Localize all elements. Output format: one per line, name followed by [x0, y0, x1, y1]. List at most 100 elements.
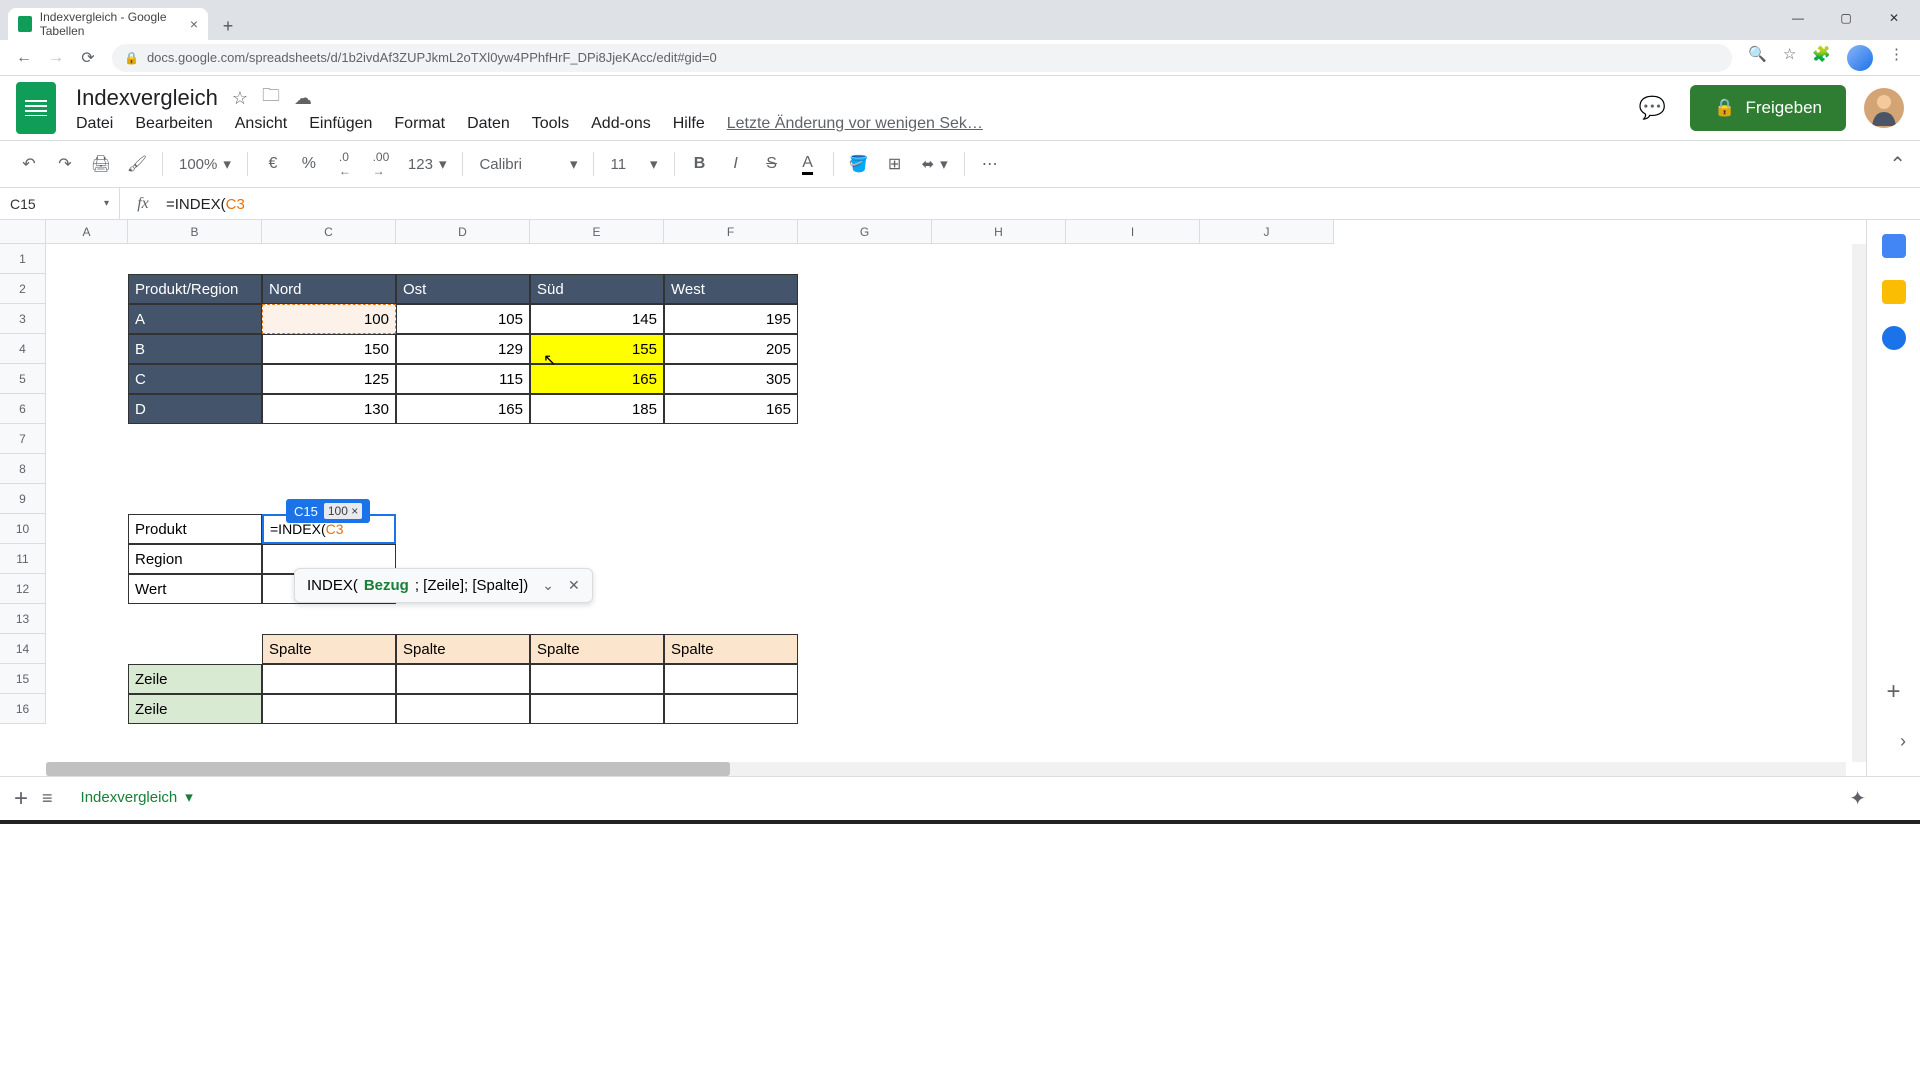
- add-sheet-button[interactable]: +: [14, 785, 28, 813]
- cell-B4[interactable]: B: [128, 334, 262, 364]
- calendar-icon[interactable]: [1882, 234, 1906, 258]
- account-avatar[interactable]: [1864, 88, 1904, 128]
- row-header-16[interactable]: 16: [0, 694, 45, 724]
- cell-B5[interactable]: C: [128, 364, 262, 394]
- cell-F2[interactable]: West: [664, 274, 798, 304]
- cell-E2[interactable]: Süd: [530, 274, 664, 304]
- font-size-select[interactable]: 11▾: [604, 155, 663, 173]
- font-select[interactable]: Calibri▾: [473, 155, 583, 173]
- cell-E6[interactable]: 185: [530, 394, 664, 424]
- redo-icon[interactable]: ↷: [50, 149, 80, 179]
- col-header-G[interactable]: G: [798, 220, 932, 243]
- cell-B6[interactable]: D: [128, 394, 262, 424]
- paint-format-icon[interactable]: 🖌: [122, 149, 152, 179]
- menu-datei[interactable]: Datei: [76, 115, 113, 133]
- cell-F3[interactable]: 195: [664, 304, 798, 334]
- sheets-logo-icon[interactable]: [16, 82, 56, 134]
- col-header-A[interactable]: A: [46, 220, 128, 243]
- cell-E14[interactable]: Spalte: [530, 634, 664, 664]
- strike-icon[interactable]: S: [757, 149, 787, 179]
- close-hint-icon[interactable]: ✕: [568, 577, 580, 594]
- row-header-2[interactable]: 2: [0, 274, 45, 304]
- row-header-11[interactable]: 11: [0, 544, 45, 574]
- cell-C16[interactable]: [262, 694, 396, 724]
- zoom-indicator-icon[interactable]: 🔍: [1748, 45, 1767, 71]
- row-header-14[interactable]: 14: [0, 634, 45, 664]
- cell-B15[interactable]: Zeile: [128, 664, 262, 694]
- vertical-scrollbar[interactable]: [1852, 244, 1866, 762]
- cell-C5[interactable]: 125: [262, 364, 396, 394]
- browser-profile-avatar[interactable]: [1847, 45, 1873, 71]
- bookmark-icon[interactable]: ☆: [1783, 45, 1796, 71]
- cell-D16[interactable]: [396, 694, 530, 724]
- row-header-15[interactable]: 15: [0, 664, 45, 694]
- url-input[interactable]: 🔒 docs.google.com/spreadsheets/d/1b2ivdA…: [112, 44, 1732, 72]
- browser-tab[interactable]: Indexvergleich - Google Tabellen ×: [8, 8, 208, 40]
- row-header-3[interactable]: 3: [0, 304, 45, 334]
- formula-input[interactable]: =INDEX(C3: [166, 195, 245, 213]
- cell-F4[interactable]: 205: [664, 334, 798, 364]
- print-icon[interactable]: 🖨: [86, 149, 116, 179]
- row-header-6[interactable]: 6: [0, 394, 45, 424]
- menu-einfgen[interactable]: Einfügen: [309, 115, 372, 133]
- cell-B11[interactable]: Region: [128, 544, 262, 574]
- number-format-select[interactable]: 123▾: [402, 155, 453, 173]
- cell-C4[interactable]: 150: [262, 334, 396, 364]
- menu-letztenderungvorwenigensek[interactable]: Letzte Änderung vor wenigen Sek…: [727, 115, 983, 133]
- maximize-icon[interactable]: ▢: [1824, 4, 1868, 32]
- italic-icon[interactable]: I: [721, 149, 751, 179]
- cell-C3[interactable]: 100: [262, 304, 396, 334]
- row-header-8[interactable]: 8: [0, 454, 45, 484]
- row-header-13[interactable]: 13: [0, 604, 45, 634]
- menu-ansicht[interactable]: Ansicht: [235, 115, 287, 133]
- cell-E3[interactable]: 145: [530, 304, 664, 334]
- collapse-side-panel-icon[interactable]: ›: [1900, 731, 1906, 752]
- row-header-1[interactable]: 1: [0, 244, 45, 274]
- star-icon[interactable]: ☆: [232, 88, 248, 109]
- cell-D14[interactable]: Spalte: [396, 634, 530, 664]
- col-header-F[interactable]: F: [664, 220, 798, 243]
- merge-select[interactable]: ⬌ ▾: [916, 155, 954, 173]
- reload-icon[interactable]: ⟳: [72, 42, 104, 74]
- row-header-9[interactable]: 9: [0, 484, 45, 514]
- menu-daten[interactable]: Daten: [467, 115, 510, 133]
- row-header-5[interactable]: 5: [0, 364, 45, 394]
- share-button[interactable]: 🔒 Freigeben: [1690, 85, 1846, 131]
- back-icon[interactable]: ←: [8, 42, 40, 74]
- menu-addons[interactable]: Add-ons: [591, 115, 651, 133]
- borders-icon[interactable]: ⊞: [880, 149, 910, 179]
- expand-hint-icon[interactable]: ⌄: [542, 577, 554, 594]
- menu-tools[interactable]: Tools: [532, 115, 569, 133]
- close-window-icon[interactable]: ✕: [1872, 4, 1916, 32]
- col-header-I[interactable]: I: [1066, 220, 1200, 243]
- row-header-10[interactable]: 10: [0, 514, 45, 544]
- keep-icon[interactable]: [1882, 280, 1906, 304]
- menu-bearbeiten[interactable]: Bearbeiten: [135, 115, 212, 133]
- text-color-icon[interactable]: A: [793, 149, 823, 179]
- cloud-status-icon[interactable]: ☁: [294, 88, 312, 109]
- name-box[interactable]: C15 ▾: [0, 188, 120, 219]
- fill-color-icon[interactable]: 🪣: [844, 149, 874, 179]
- cell-C6[interactable]: 130: [262, 394, 396, 424]
- more-toolbar-icon[interactable]: ⋯: [975, 149, 1005, 179]
- cell-C2[interactable]: Nord: [262, 274, 396, 304]
- row-header-12[interactable]: 12: [0, 574, 45, 604]
- cell-E16[interactable]: [530, 694, 664, 724]
- menu-format[interactable]: Format: [394, 115, 445, 133]
- new-tab-button[interactable]: +: [214, 12, 242, 40]
- minimize-icon[interactable]: —: [1776, 4, 1820, 32]
- sheet-tab[interactable]: Indexvergleich ▾: [67, 780, 207, 817]
- cell-D2[interactable]: Ost: [396, 274, 530, 304]
- cell-F16[interactable]: [664, 694, 798, 724]
- cell-F6[interactable]: 165: [664, 394, 798, 424]
- undo-icon[interactable]: ↶: [14, 149, 44, 179]
- comments-icon[interactable]: 💬: [1632, 88, 1672, 128]
- col-header-D[interactable]: D: [396, 220, 530, 243]
- decrease-decimal-button[interactable]: .0←: [330, 149, 360, 179]
- close-tab-icon[interactable]: ×: [190, 16, 198, 32]
- cell-B10[interactable]: Produkt: [128, 514, 262, 544]
- cell-F5[interactable]: 305: [664, 364, 798, 394]
- cell-D6[interactable]: 165: [396, 394, 530, 424]
- tasks-icon[interactable]: [1882, 326, 1906, 350]
- row-header-7[interactable]: 7: [0, 424, 45, 454]
